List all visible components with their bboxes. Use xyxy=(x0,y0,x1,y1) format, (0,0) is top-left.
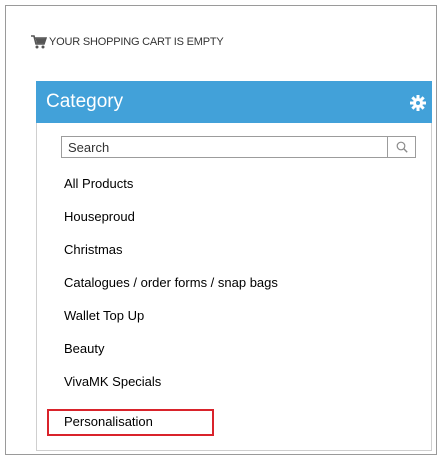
search-input[interactable] xyxy=(62,137,388,157)
search-icon xyxy=(396,141,408,153)
category-title: Category xyxy=(46,91,124,112)
highlight-box xyxy=(47,409,214,436)
category-item-christmas[interactable]: Christmas xyxy=(64,242,123,257)
cart-status-text: YOUR SHOPPING CART IS EMPTY xyxy=(49,36,224,48)
shopping-cart-status[interactable]: YOUR SHOPPING CART IS EMPTY xyxy=(31,35,224,49)
cart-icon xyxy=(31,35,47,49)
category-item-houseproud[interactable]: Houseproud xyxy=(64,209,135,224)
category-item-wallet-top-up[interactable]: Wallet Top Up xyxy=(64,308,144,323)
category-panel-header: Category xyxy=(36,81,432,123)
category-item-beauty[interactable]: Beauty xyxy=(64,341,104,356)
category-item-vivamk-specials[interactable]: VivaMK Specials xyxy=(64,374,161,389)
category-item-catalogues[interactable]: Catalogues / order forms / snap bags xyxy=(64,275,278,290)
category-search xyxy=(61,136,416,158)
search-button[interactable] xyxy=(387,137,415,157)
gear-icon[interactable] xyxy=(410,95,426,111)
category-item-all-products[interactable]: All Products xyxy=(64,176,133,191)
